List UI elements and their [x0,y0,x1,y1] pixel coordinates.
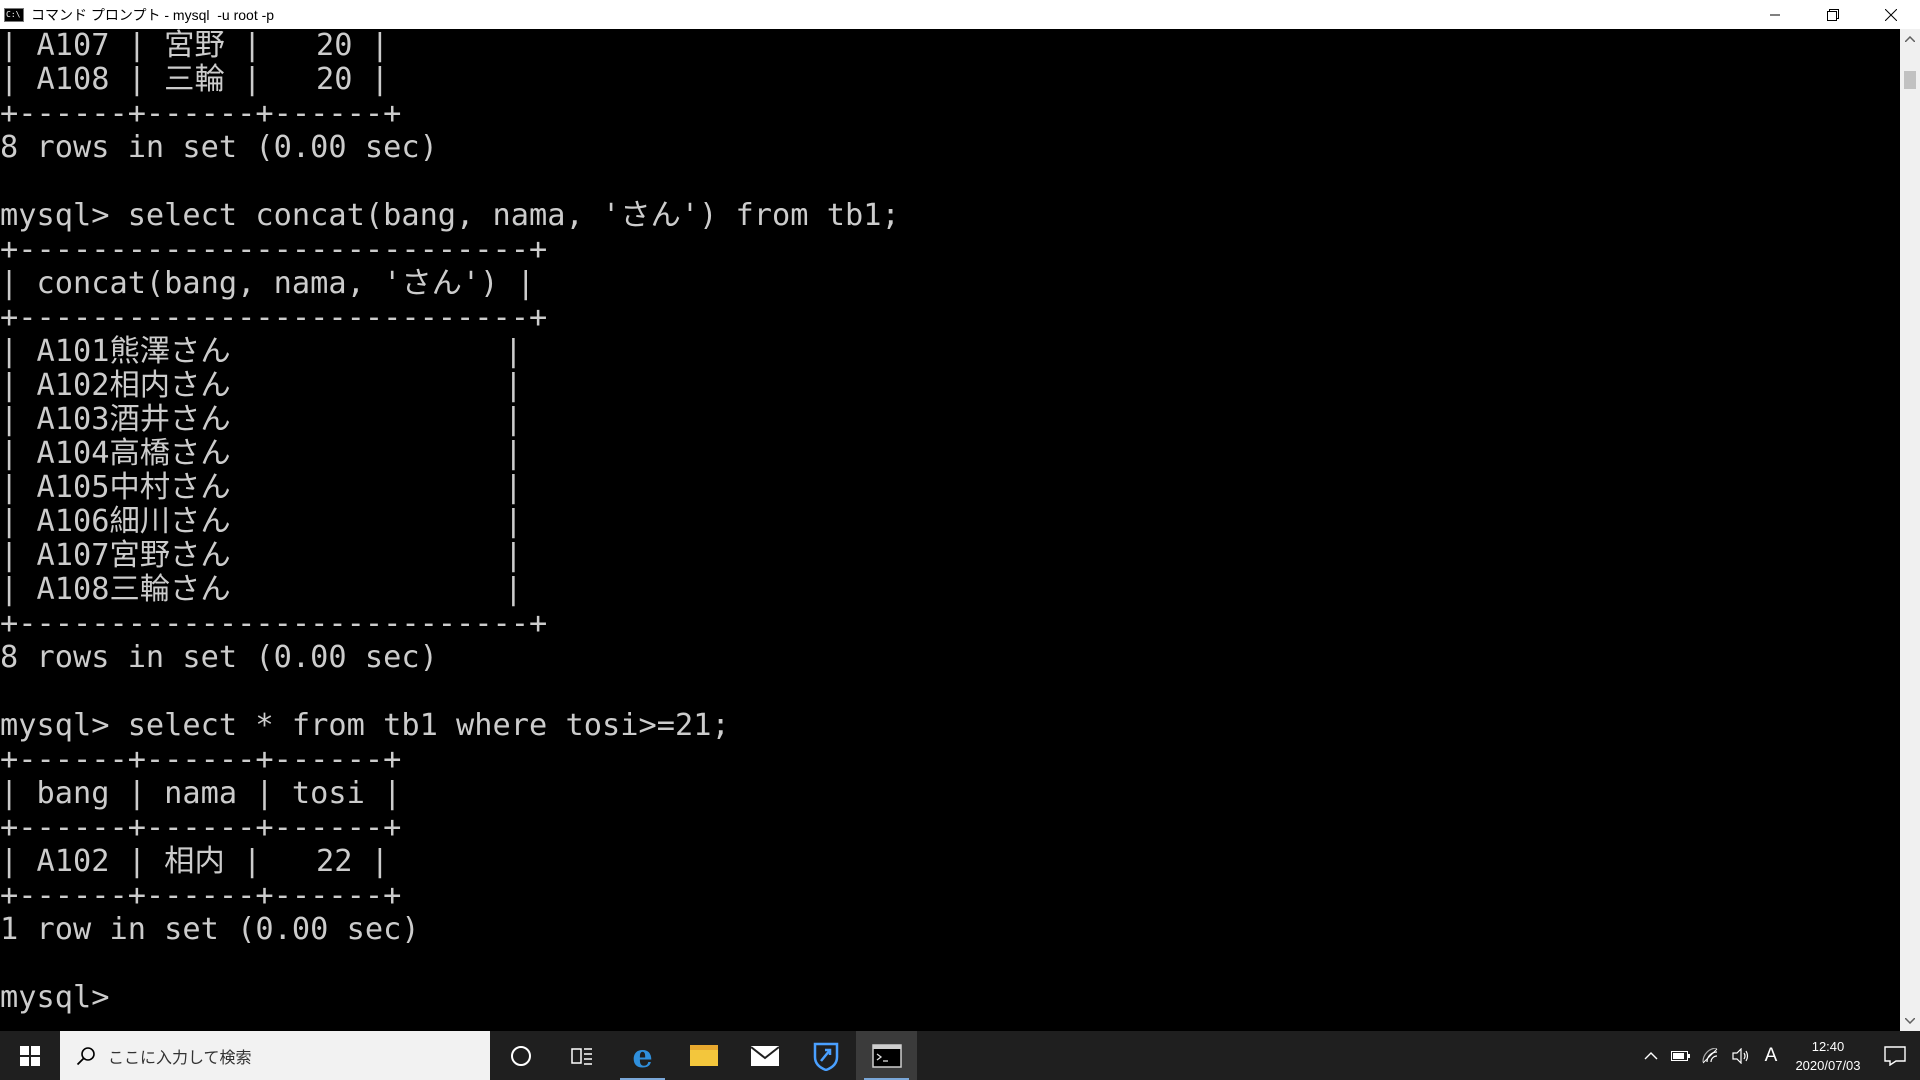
chevron-up-icon [1644,1051,1658,1059]
title-bar[interactable]: C:\ コマンド プロンプト - mysql -u root -p [0,0,1920,29]
console-line: 1 row in set (0.00 sec) [0,912,420,947]
console-line: | A102 | 相内 | 22 | [0,844,389,879]
clock-time: 12:40 [1811,1038,1845,1054]
console-line: mysql> select concat(bang, nama, 'さん') f… [0,198,900,233]
show-hidden-icons-button[interactable] [1636,1031,1666,1080]
console-line: +------+------+------+ [0,96,402,131]
command-prompt-icon: C:\ [4,7,24,22]
volume-button[interactable] [1726,1031,1756,1080]
console-line: | A106細川さん | [0,504,523,539]
taskbar-file-explorer[interactable] [673,1031,734,1080]
chevron-up-icon [1905,36,1915,42]
battery-icon [1671,1050,1690,1061]
console-line: | A107 | 宮野 | 20 | [0,29,389,63]
taskbar: ここに入力して検索 e A 12:40 2020/07/03 [0,1031,1920,1080]
console-line: +----------------------------+ [0,232,548,267]
console-line: +----------------------------+ [0,606,548,641]
console-line: | bang | nama | tosi | [0,776,402,811]
taskbar-clock[interactable]: 12:40 2020/07/03 [1786,1037,1870,1075]
scroll-up-button[interactable] [1900,29,1920,49]
cortana-button[interactable] [490,1031,551,1080]
console-line: | A108三輪さん | [0,572,523,607]
console-line: | concat(bang, nama, 'さん') | [0,266,535,301]
console-line: mysql> select * from tb1 where tosi>=21; [0,708,730,743]
notification-icon [1884,1045,1906,1066]
ime-mode-button[interactable]: A [1756,1031,1786,1080]
start-button[interactable] [0,1031,60,1080]
console-line: +------+------+------+ [0,810,402,845]
file-explorer-icon [689,1045,718,1066]
taskbar-mail[interactable] [734,1031,795,1080]
taskbar-edge[interactable]: e [612,1031,673,1080]
restore-icon [1827,8,1839,21]
vertical-scrollbar[interactable] [1900,29,1920,1031]
console-line: +----------------------------+ [0,300,548,335]
console-line: | A105中村さん | [0,470,523,505]
edge-icon: e [632,1036,653,1075]
search-icon [76,1046,95,1065]
scroll-down-button[interactable] [1900,1011,1920,1031]
console-line: 8 rows in set (0.00 sec) [0,130,438,165]
cortana-icon [510,1045,531,1066]
close-button[interactable] [1862,0,1920,29]
security-icon [813,1042,838,1071]
task-view-icon [570,1047,592,1065]
chevron-down-icon [1905,1018,1915,1024]
search-placeholder: ここに入力して検索 [108,1047,252,1067]
console-line: | A108 | 三輪 | 20 | [0,62,389,97]
action-center-button[interactable] [1870,1031,1920,1080]
speaker-icon [1732,1047,1749,1064]
mail-icon [749,1045,780,1066]
window-title: コマンド プロンプト - mysql -u root -p [31,6,275,23]
console-line: | A101熊澤さん | [0,334,523,369]
wifi-icon [1702,1047,1718,1063]
console-prompt[interactable]: mysql> [0,981,109,1015]
taskbar-security[interactable] [795,1031,856,1080]
console-line: | A107宮野さん | [0,538,523,573]
system-tray: A 12:40 2020/07/03 [1636,1031,1920,1080]
console-line: | A103酒井さん | [0,402,523,437]
console-line: +------+------+------+ [0,742,402,777]
command-prompt-icon [871,1043,902,1068]
minimize-button[interactable] [1746,0,1804,29]
clock-date: 2020/07/03 [1795,1057,1861,1073]
close-icon [1885,8,1897,21]
taskbar-command-prompt[interactable] [856,1031,917,1080]
restore-button[interactable] [1804,0,1862,29]
minimize-icon [1769,14,1780,16]
taskbar-search-box[interactable]: ここに入力して検索 [60,1031,490,1080]
console-line: +------+------+------+ [0,878,402,913]
console-line: | A104高橋さん | [0,436,523,471]
title-icon-label: C:\ [6,9,21,19]
console-line: | A102相内さん | [0,368,523,403]
console-line: 8 rows in set (0.00 sec) [0,640,438,675]
console-output[interactable]: | A107 | 宮野 | 20 | | A108 | 三輪 | 20 | +-… [0,29,1900,1031]
scroll-thumb[interactable] [1904,71,1916,89]
network-button[interactable] [1696,1031,1726,1080]
task-view-button[interactable] [551,1031,612,1080]
battery-button[interactable] [1666,1031,1696,1080]
window-controls [1746,0,1920,29]
windows-logo-icon [20,1045,40,1066]
